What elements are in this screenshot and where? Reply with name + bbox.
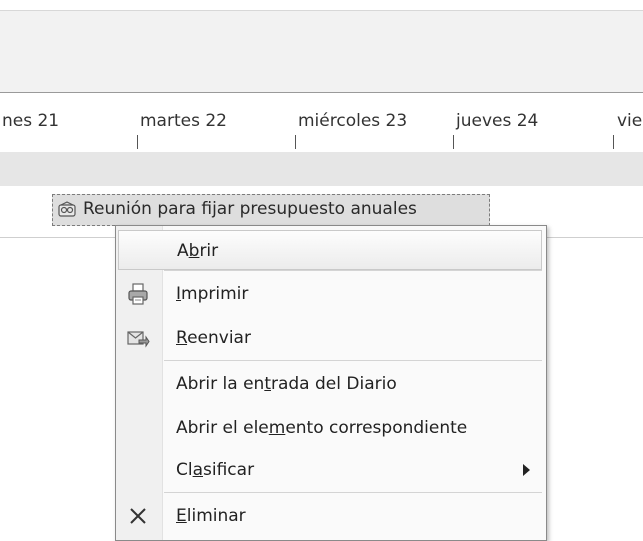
menu-separator <box>164 270 542 271</box>
printer-icon <box>128 283 148 305</box>
menu-item-reenviar[interactable]: Reenviar <box>118 318 542 358</box>
appointment-title: Reunión para fijar presupuesto anuales <box>83 199 417 219</box>
day-label-miercoles[interactable]: miércoles 23 <box>298 111 407 131</box>
menu-item-imprimir[interactable]: Imprimir <box>118 274 542 314</box>
day-label-viernes[interactable]: vie <box>617 111 642 131</box>
context-menu: Abrir Imprimir Reenviar Abrir la entrada… <box>115 225 547 541</box>
menu-item-clasificar[interactable]: Clasificar <box>118 450 542 490</box>
menu-item-abrir-elemento[interactable]: Abrir el elemento correspondiente <box>118 408 542 448</box>
menu-item-label: Reenviar <box>176 328 251 348</box>
menu-item-label: Abrir <box>177 241 219 261</box>
day-label-jueves[interactable]: jueves 24 <box>456 111 538 131</box>
all-day-band <box>0 152 643 186</box>
menu-item-abrir-entrada-diario[interactable]: Abrir la entrada del Diario <box>118 364 542 404</box>
menu-item-label: Eliminar <box>176 506 246 526</box>
day-label-martes[interactable]: martes 22 <box>140 111 227 131</box>
day-tick <box>295 135 296 149</box>
day-tick <box>613 135 614 149</box>
day-tick <box>137 135 138 149</box>
menu-item-label: Clasificar <box>176 460 255 480</box>
menu-item-eliminar[interactable]: Eliminar <box>118 496 542 536</box>
calendar-header-area <box>0 10 643 93</box>
forward-icon <box>127 331 150 348</box>
submenu-arrow-icon <box>523 464 530 476</box>
day-tick <box>453 135 454 149</box>
menu-item-label: Abrir el elemento correspondiente <box>176 418 468 438</box>
menu-separator <box>164 492 542 493</box>
menu-item-label: Imprimir <box>176 284 249 304</box>
menu-separator <box>164 360 542 361</box>
day-header-row: nes 21 martes 22 miércoles 23 jueves 24 … <box>0 92 643 153</box>
appointment-item[interactable]: Reunión para fijar presupuesto anuales <box>52 194 490 226</box>
day-label-lunes[interactable]: nes 21 <box>2 111 59 131</box>
menu-item-label: Abrir la entrada del Diario <box>176 374 397 394</box>
menu-item-abrir[interactable]: Abrir <box>118 230 542 270</box>
meeting-icon <box>58 201 76 217</box>
delete-icon <box>130 508 146 524</box>
